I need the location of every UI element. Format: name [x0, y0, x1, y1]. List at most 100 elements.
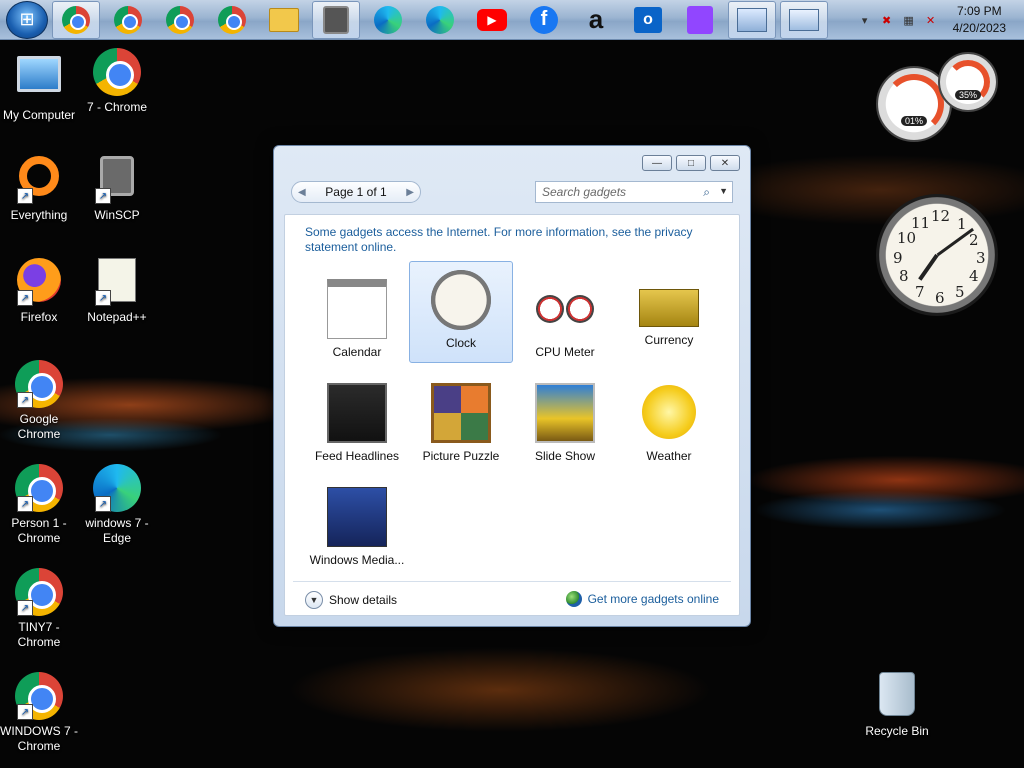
volume-muted-icon[interactable]: ✕ [923, 12, 939, 28]
gadget-windows-media-center[interactable]: Windows Media... [305, 479, 409, 581]
taskbar-edge-2[interactable] [416, 1, 464, 39]
clock-number: 8 [899, 267, 909, 285]
desktop-icon-my-computer[interactable]: My Computer [0, 50, 78, 123]
gadget-label: Clock [445, 336, 476, 350]
gallery-nav-row: ◀ Page 1 of 1 ▶ ⌕ ▼ [291, 181, 733, 205]
taskbar-gadget-gallery[interactable] [728, 0, 776, 39]
gadget-label: Feed Headlines [314, 449, 400, 463]
gadget-currency[interactable]: Currency [617, 271, 721, 373]
twitch-icon [687, 5, 713, 34]
clock-number: 12 [931, 207, 951, 225]
pager: ◀ Page 1 of 1 ▶ [291, 181, 421, 203]
memory-meter-gadget[interactable]: 35% [938, 52, 998, 112]
taskbar-explorer[interactable] [260, 1, 308, 39]
desktop-icon-person-1-chrome[interactable]: ↗ Person 1 - Chrome [0, 464, 78, 546]
prev-page-icon[interactable]: ◀ [298, 187, 306, 198]
desktop-icon-windows-7-edge[interactable]: ↗ windows 7 - Edge [78, 464, 156, 546]
feed-headlines-icon [327, 383, 387, 443]
network-error-icon[interactable]: ✖ [879, 12, 895, 28]
maximize-icon: □ [687, 157, 695, 169]
clock-number: 2 [969, 231, 979, 249]
clock-number: 7 [915, 283, 925, 301]
gadget-picture-puzzle[interactable]: Picture Puzzle [409, 375, 513, 477]
clock-number: 4 [969, 267, 979, 285]
computer-icon [17, 56, 61, 92]
gadget-slide-show[interactable]: Slide Show [513, 375, 617, 477]
search-gadgets-input[interactable] [542, 185, 692, 199]
get-more-gadgets-link[interactable]: Get more gadgets online [565, 591, 719, 607]
network-icon[interactable]: ▦ [901, 12, 917, 28]
desktop-icon-everything[interactable]: ↗ Everything [0, 152, 78, 223]
hour-hand [918, 253, 939, 281]
gadget-list-pane: Some gadgets access the Internet. For mo… [284, 214, 740, 616]
desktop-icon-firefox[interactable]: ↗ Firefox [0, 256, 78, 325]
gallery-footer: ▼ Show details Get more gadgets online [305, 589, 719, 613]
search-icon[interactable]: ⌕ [703, 185, 710, 200]
minimize-button[interactable]: — [642, 155, 672, 171]
page-indicator: Page 1 of 1 [325, 185, 387, 199]
shortcut-arrow-icon: ↗ [95, 290, 111, 306]
taskbar-amazon[interactable]: a [572, 1, 620, 39]
gadget-label: CPU Meter [535, 345, 595, 359]
gadget-calendar[interactable]: Calendar [305, 271, 409, 373]
windows-media-icon [327, 487, 387, 547]
taskbar-chrome-2[interactable] [104, 1, 152, 39]
tray-time: 7:09 PM [956, 4, 1002, 18]
start-button[interactable]: ⊞ [6, 0, 48, 39]
minimize-icon: — [652, 157, 662, 169]
windows-logo-icon: ⊞ [19, 9, 35, 29]
desktop-icon-tiny7-chrome[interactable]: ↗ TINY7 - Chrome [0, 568, 78, 650]
next-page-icon[interactable]: ▶ [406, 187, 414, 198]
clock-number: 11 [911, 214, 931, 232]
outlook-icon: o [634, 6, 662, 33]
shortcut-arrow-icon: ↗ [95, 188, 111, 204]
desktop-icon-notepad-plus-plus[interactable]: ↗ Notepad++ [78, 256, 156, 325]
desktop-icon-google-chrome[interactable]: ↗ Google Chrome [0, 360, 78, 442]
taskbar-outlook[interactable]: o [624, 1, 672, 39]
taskbar-chrome-4[interactable] [208, 1, 256, 39]
amazon-icon: a [588, 4, 604, 34]
taskbar-chrome-1[interactable] [52, 0, 100, 39]
gadget-gallery-window: — □ ✕ ◀ Page 1 of 1 ▶ ⌕ ▼ Some gadgets a… [273, 145, 751, 627]
divider [293, 581, 731, 582]
taskbar: ⊞ ▶ f a o ▾ ✖ ▦ ✕ 7:09 PM 4/20/2023 [0, 0, 1024, 40]
monitor-icon [789, 8, 819, 31]
desktop-icon-7-chrome[interactable]: 7 - Chrome [78, 48, 156, 115]
edge-icon [374, 5, 402, 34]
gadget-weather[interactable]: Weather [617, 375, 721, 477]
clock-number: 3 [976, 249, 986, 267]
clock-number: 5 [955, 283, 965, 301]
taskbar-display-settings[interactable] [780, 0, 828, 39]
taskbar-twitch[interactable] [676, 1, 724, 39]
chrome-icon [62, 5, 90, 34]
gadget-gallery-icon [737, 7, 767, 32]
shortcut-arrow-icon: ↗ [17, 600, 33, 616]
close-button[interactable]: ✕ [710, 155, 740, 171]
gadget-feed-headlines[interactable]: Feed Headlines [305, 375, 409, 477]
tray-date: 4/20/2023 [952, 21, 1006, 35]
clock-gadget[interactable]: 12 1 2 3 4 5 6 7 8 9 10 11 [876, 194, 998, 316]
taskbar-youtube[interactable]: ▶ [468, 1, 516, 39]
chevron-down-icon[interactable]: ▼ [719, 186, 728, 196]
gadget-cpu-meter[interactable]: CPU Meter [513, 271, 617, 373]
show-details-toggle[interactable]: ▼ Show details [305, 591, 397, 609]
desktop-icon-recycle-bin[interactable]: Recycle Bin [858, 670, 936, 739]
maximize-button[interactable]: □ [676, 155, 706, 171]
taskbar-winscp[interactable] [312, 0, 360, 39]
privacy-notice-link[interactable]: Some gadgets access the Internet. For mo… [305, 225, 715, 255]
cpu-meter-icon [535, 279, 595, 339]
picture-puzzle-icon [431, 383, 491, 443]
taskbar-edge-1[interactable] [364, 1, 412, 39]
get-more-gadgets-label: Get more gadgets online [587, 592, 719, 606]
desktop-icon-windows-7-chrome[interactable]: ↗ WINDOWS 7 - Chrome [0, 672, 78, 754]
taskbar-facebook[interactable]: f [520, 1, 568, 39]
gadget-clock[interactable]: Clock [409, 261, 513, 363]
tray-clock[interactable]: 7:09 PM 4/20/2023 [953, 3, 1006, 37]
youtube-icon: ▶ [477, 8, 507, 31]
chevron-down-icon: ▼ [305, 591, 323, 609]
chevron-up-icon[interactable]: ▾ [857, 12, 873, 28]
globe-icon [565, 591, 582, 607]
taskbar-chrome-3[interactable] [156, 1, 204, 39]
desktop-icon-winscp[interactable]: ↗ WinSCP [78, 152, 156, 223]
minute-hand [936, 227, 974, 257]
